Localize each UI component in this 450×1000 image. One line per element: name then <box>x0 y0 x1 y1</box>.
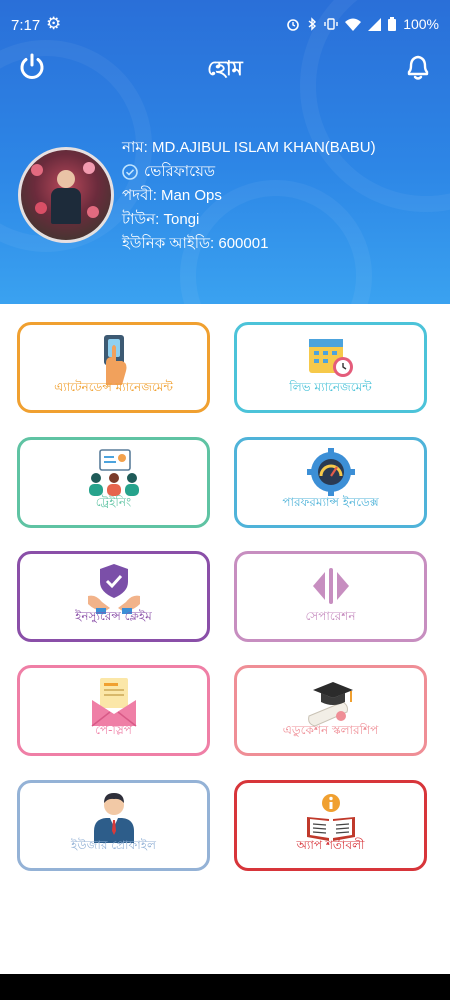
settings-gear-icon: ⚙ <box>46 14 62 34</box>
menu-card-label: পারফরম্যান্স ইনডেক্স <box>282 495 379 509</box>
profile-designation: পদবী: Man Ops <box>122 187 222 204</box>
performance-gauge-icon <box>306 448 355 496</box>
menu-card-user-profile[interactable]: ইউজার প্রোফাইল <box>17 780 210 871</box>
avatar <box>18 147 114 243</box>
notification-bell-icon[interactable] <box>404 52 432 82</box>
graduation-cap-icon <box>307 682 353 727</box>
cell-signal-icon <box>368 17 382 31</box>
separation-arrows-icon <box>312 568 349 604</box>
verified-check-icon <box>122 164 138 180</box>
vibrate-icon <box>324 18 338 30</box>
menu-card-label: সেপারেশন <box>305 609 356 623</box>
profile-town: টাউন: Tongi <box>122 211 200 228</box>
menu-card-attendance[interactable]: এ্যাটেনডেন্স ম্যানেজমেন্ট <box>17 322 210 413</box>
bluetooth-icon <box>308 17 317 31</box>
menu-card-insurance-claim[interactable]: ইনস্যুরেন্স ক্লেইম <box>17 551 210 642</box>
menu-card-performance[interactable]: পারফরম্যান্স ইনডেক্স <box>234 437 427 528</box>
calendar-clock-icon <box>308 339 353 377</box>
info-book-icon <box>306 794 355 841</box>
menu-card-label: অ্যাপ শর্তাবলী <box>296 838 365 852</box>
profile-info: নাম: MD.AJIBUL ISLAM KHAN(BABU) ভেরিফায়… <box>122 136 376 256</box>
fingerprint-scanner-icon <box>103 335 126 385</box>
user-profile-icon <box>93 793 134 843</box>
insurance-shield-icon <box>87 564 140 614</box>
training-presentation-icon <box>88 449 139 496</box>
status-time: 7:17 <box>11 17 41 34</box>
header-banner: 7:17 ⚙ 100% হোম নাম: MD.AJIBUL ISLAM KHA… <box>0 0 450 304</box>
alarm-icon <box>287 19 299 31</box>
menu-card-payslip[interactable]: পে-স্লিপ <box>17 665 210 756</box>
menu-card-leave[interactable]: লিভ ম্যানেজমেন্ট <box>234 322 427 413</box>
menu-card-label: ট্রেইনিং <box>95 495 132 509</box>
verified-row: ভেরিফায়েড <box>122 160 376 184</box>
status-icons: 100% <box>286 16 439 32</box>
menu-card-label: ইউজার প্রোফাইল <box>71 838 156 852</box>
menu-card-app-terms[interactable]: অ্যাপ শর্তাবলী <box>234 780 427 871</box>
payslip-envelope-icon <box>91 678 136 727</box>
wifi-icon <box>345 18 362 31</box>
profile-name: নাম: MD.AJIBUL ISLAM KHAN(BABU) <box>122 139 376 156</box>
menu-card-training[interactable]: ট্রেইনিং <box>17 437 210 528</box>
status-bar: 7:17 ⚙ 100% <box>0 0 450 50</box>
battery-percent: 100% <box>403 16 439 32</box>
menu-card-label: পে-স্লিপ <box>95 723 132 737</box>
menu-card-label: লিভ ম্যানেজমেন্ট <box>289 380 372 394</box>
menu-card-separation[interactable]: সেপারেশন <box>234 551 427 642</box>
page-title: হোম <box>207 56 243 80</box>
profile-unique-id: ইউনিক আইডি: 600001 <box>122 235 269 252</box>
menu-card-label: ইনস্যুরেন্স ক্লেইম <box>75 609 152 623</box>
verified-label: ভেরিফায়েড <box>144 163 216 180</box>
menu-card-label: এ্যাটেনডেন্স ম্যানেজমেন্ট <box>54 380 173 394</box>
battery-icon <box>388 17 397 31</box>
system-navigation-bar <box>0 974 450 1000</box>
menu-card-education-scholarship[interactable]: এডুকেশন স্কলারশিপ <box>234 665 427 756</box>
menu-card-label: এডুকেশন স্কলারশিপ <box>282 723 379 737</box>
